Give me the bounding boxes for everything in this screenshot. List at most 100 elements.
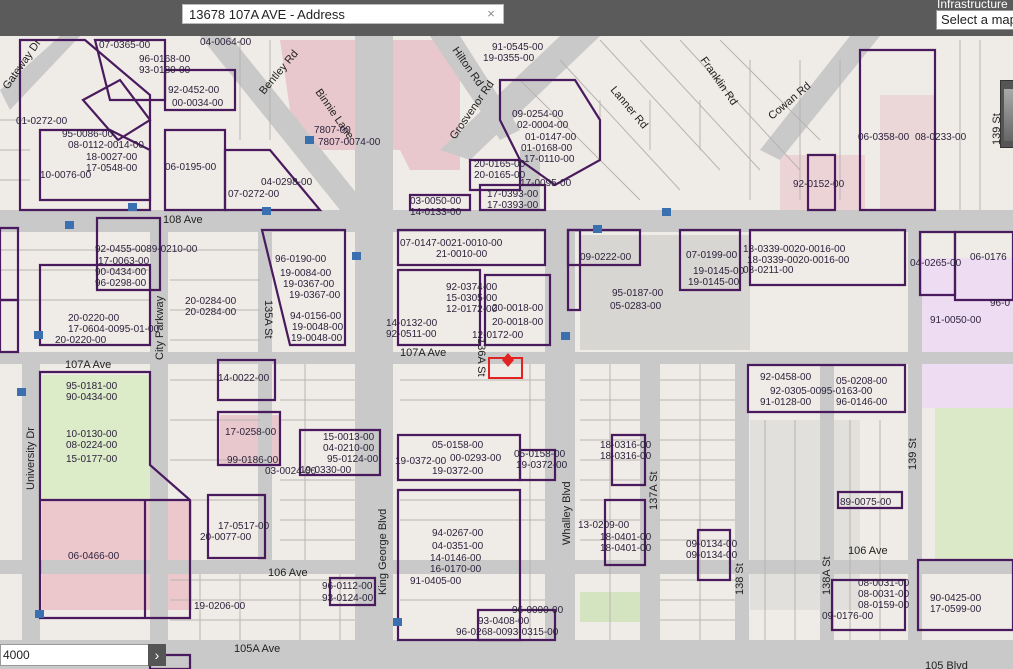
parcel-label: 15-0177-00 — [66, 454, 118, 465]
parcel-label: 17-0599-00 — [930, 604, 982, 615]
parcel-label: 10-0076-00 — [40, 170, 92, 181]
parcel-label: 95-0086-00 — [62, 129, 114, 140]
street-label: University Dr — [25, 427, 37, 490]
parcel-label: 17-0604-0095-01-00 — [68, 324, 160, 335]
parcel-label: 06-0358-00 — [858, 132, 910, 143]
basemap-thumbnail[interactable] — [1000, 80, 1013, 148]
parcel-label: 08-0031-00 — [858, 578, 910, 589]
parcel-label: 06-0176 — [970, 252, 1007, 263]
parcel-label: 99-0186-00 — [227, 455, 279, 466]
parcel-label: 12-0172-00 — [446, 304, 498, 315]
parcel-label: 06-0466-00 — [68, 551, 120, 562]
street-label: King George Blvd — [377, 509, 389, 595]
parcel-label: 92-0452-00 — [168, 85, 220, 96]
parcel-label: 05-0283-00 — [610, 301, 662, 312]
parcel-label: 17-0393-00 — [487, 189, 539, 200]
parcel-label: 93-0180-00 — [139, 65, 191, 76]
street-label: 105A Ave — [234, 643, 280, 655]
parcel-label: 04-0265-00 — [910, 258, 962, 269]
parcel-label: 91-0545-00 — [492, 42, 544, 53]
parcel-label: 09-0134-00 — [686, 550, 738, 561]
parcel-label: 17-0548-00 — [86, 163, 138, 174]
parcel-label: 02-0004-00 — [517, 120, 569, 131]
parcel-label: 08-0211-00 — [743, 265, 794, 276]
parcel-label: 96-0146-00 — [836, 397, 888, 408]
parcel-label: 18-0401-00 — [600, 543, 652, 554]
parcel-label: 00-0034-00 — [172, 98, 224, 109]
parcel-label: 08-0112-0014-00 — [68, 140, 144, 151]
parcel-label: 18-0316-00 — [600, 451, 652, 462]
parcel-label: 92-0152-00 — [793, 179, 845, 190]
parcel-label: 95-0187-00 — [612, 288, 664, 299]
parcel-label: 92-0305-0095-0163-00 — [770, 386, 873, 397]
parcel-label: 05-0158-00 — [514, 449, 566, 460]
parcel-map[interactable]: Gateway Dr Bentley Rd Binnie Lane Hilton… — [0, 36, 1013, 669]
basemap-thumbnail-image — [1004, 89, 1013, 141]
scale-input[interactable]: 4000 — [0, 644, 150, 666]
parcel-label: 18-0316-00 — [600, 440, 652, 451]
street-label: 107A Ave — [65, 359, 111, 371]
parcel-label: 01-0147-00 — [525, 132, 577, 143]
parcel-label: 92-0511-00 — [386, 329, 437, 340]
parcel-label: 18-0027-00 — [86, 152, 138, 163]
parcel-label: 07-0199-00 — [686, 250, 738, 261]
scale-go-icon[interactable]: › — [148, 644, 166, 666]
parcel-label: 20-0165-00 — [474, 159, 526, 170]
parcel-label: 07-0365-00 — [99, 40, 151, 51]
parcel-label: 20-0077-00 — [200, 532, 252, 543]
parcel-label: 00-0293-00 — [450, 453, 502, 464]
parcel-label: 04-0298-00 — [261, 177, 313, 188]
street-label: 138 St — [734, 563, 746, 595]
parcel-label: 14-0022-00 — [218, 373, 270, 384]
parcel-label: 03-0050-00 — [410, 196, 462, 207]
street-label: 138A St — [821, 556, 833, 595]
parcel-label: 19-0355-00 — [483, 53, 535, 64]
parcel-label: 08-0224-00 — [66, 440, 118, 451]
parcel-label: 20-0220-00 — [68, 313, 120, 324]
map-canvas[interactable]: Gateway Dr Bentley Rd Binnie Lane Hilton… — [0, 36, 1013, 669]
street-label: 136A St — [475, 338, 487, 377]
parcel-label: 17-0110-00 — [524, 154, 575, 165]
street-label: 108 Ave — [163, 214, 203, 226]
street-label: 137A St — [648, 471, 660, 510]
parcel-label: 18-0401-00 — [600, 532, 652, 543]
parcel-label: 20-0284-00 — [185, 296, 237, 307]
parcel-label: 17-0258-00 — [225, 427, 277, 438]
parcel-label: 05-0208-00 — [836, 376, 888, 387]
address-search-input[interactable]: 13678 107A AVE - Address — [182, 4, 504, 24]
parcel-label: 04-0351-00 — [432, 541, 484, 552]
parcel-label: 96-0090-00 — [512, 605, 564, 616]
parcel-label: 19-0372-00 — [432, 466, 484, 477]
parcel-label: 05-0158-00 — [432, 440, 484, 451]
parcel-label: 96-0298-00 — [95, 278, 147, 289]
parcel-label: 14-0146-00 — [430, 553, 482, 564]
parcel-label: 07-0147-0021-0010-00 — [400, 238, 503, 249]
parcel-label: 08-0159-00 — [858, 600, 910, 611]
parcel-label: 96-0168-00 — [139, 54, 191, 65]
parcel-label: 13-0209-00 — [578, 520, 630, 531]
parcel-label: 10-0130-00 — [66, 429, 118, 440]
parcel-label: 17-0517-00 — [218, 521, 270, 532]
map-layer-select[interactable]: Select a map — [936, 10, 1013, 30]
parcel-label: 91-0128-00 — [760, 397, 812, 408]
parcel-label: 7807-0074-00 — [318, 137, 381, 148]
parcel-label: 18-0339-0020-0016-00 — [743, 244, 846, 255]
parcel-label: 95-0124-00 — [327, 454, 379, 465]
parcel-label: 20-0165-00 — [474, 170, 526, 181]
parcel-label: 19-0367-00 — [283, 279, 335, 290]
street-label: 106 Ave — [268, 567, 308, 579]
parcel-label: 14-0133-00 — [410, 207, 462, 218]
parcel-label: 15-0305-00 — [446, 293, 498, 304]
parcel-label: 01-0272-00 — [16, 116, 68, 127]
parcel-label: 14-0132-00 — [386, 318, 438, 329]
parcel-label: 04-0064-00 — [200, 37, 252, 48]
clear-search-icon[interactable]: × — [483, 5, 499, 23]
parcel-label: 7807-00 — [314, 125, 351, 136]
parcel-label: 08-0233-00 — [915, 132, 967, 143]
parcel-label: 19-0048-00 — [291, 333, 343, 344]
parcel-label: 91-0405-00 — [410, 576, 462, 587]
street-label: 106 Ave — [848, 545, 888, 557]
parcel-label: 92-0455-0089-0210-00 — [95, 244, 198, 255]
parcel-label: 19-0206-00 — [194, 601, 246, 612]
street-label: 139 St — [907, 438, 919, 470]
